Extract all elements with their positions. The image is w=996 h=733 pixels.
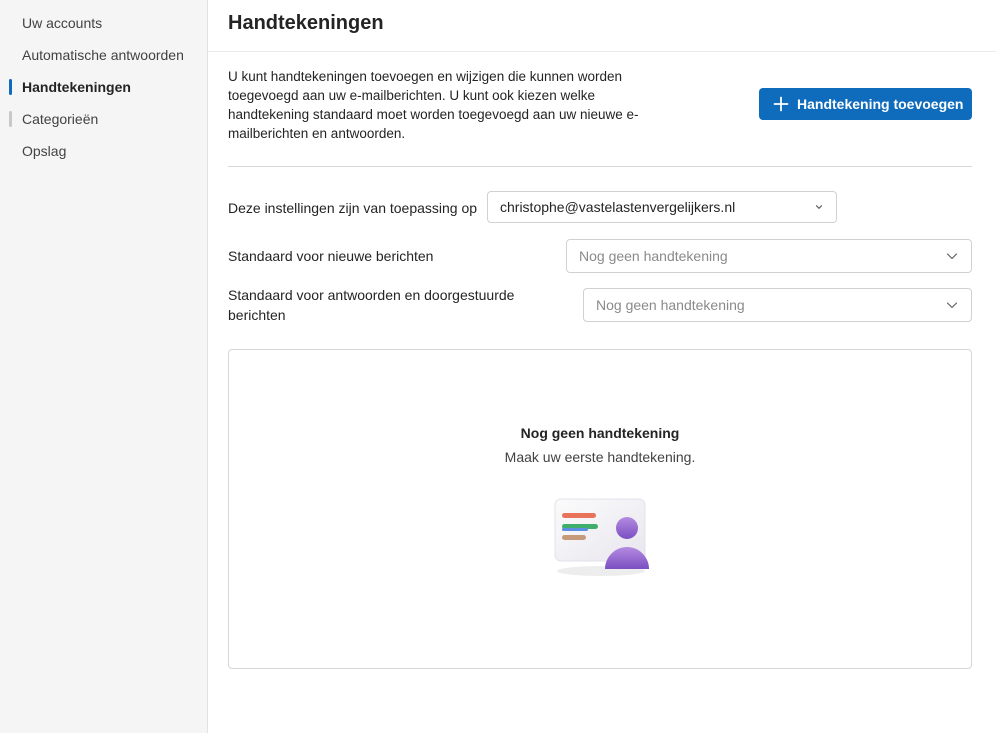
replies-label: Standaard voor antwoorden en doorgestuur…	[228, 287, 515, 323]
sidebar-item-signatures[interactable]: Handtekeningen	[0, 71, 207, 103]
title-divider	[208, 51, 996, 52]
sidebar-item-automatic-replies[interactable]: Automatische antwoorden	[0, 39, 207, 71]
new-messages-label: Standaard voor nieuwe berichten	[228, 248, 434, 264]
new-messages-dropdown-value: Nog geen handtekening	[579, 248, 728, 264]
add-signature-button[interactable]: Handtekening toevoegen	[759, 88, 972, 120]
sidebar-item-label: Handtekeningen	[22, 79, 131, 95]
sidebar-item-label: Opslag	[22, 143, 67, 159]
chevron-down-icon	[815, 205, 823, 209]
sidebar-item-storage[interactable]: Opslag	[0, 135, 207, 167]
sidebar-item-label: Uw accounts	[22, 15, 103, 31]
new-messages-signature-dropdown[interactable]: Nog geen handtekening	[566, 239, 972, 273]
chevron-down-icon	[946, 253, 958, 260]
page-title: Handtekeningen	[228, 12, 384, 34]
sidebar-item-categories[interactable]: Categorieën	[0, 103, 207, 135]
plus-icon	[773, 96, 789, 112]
add-signature-label: Handtekening toevoegen	[797, 96, 964, 112]
signature-card-illustration	[554, 498, 649, 576]
sidebar-item-label: Automatische antwoorden	[22, 47, 184, 63]
selected-indicator	[9, 79, 12, 95]
empty-state-subtitle: Maak uw eerste handtekening.	[504, 449, 696, 465]
replies-signature-dropdown[interactable]: Nog geen handtekening	[583, 288, 972, 322]
apply-to-label: Deze instellingen zijn van toepassing op	[228, 200, 478, 216]
hover-indicator	[9, 111, 12, 127]
account-dropdown[interactable]: christophe@vastelastenvergelijkers.nl	[487, 191, 837, 223]
signatures-panel: Handtekeningen U kunt handtekeningen toe…	[208, 0, 996, 733]
account-dropdown-value: christophe@vastelastenvergelijkers.nl	[500, 199, 736, 215]
signatures-description: U kunt handtekeningen toevoegen en wijzi…	[228, 69, 639, 141]
signature-empty-state: Nog geen handtekening Maak uw eerste han…	[228, 349, 972, 669]
settings-sidebar: Uw accounts Automatische antwoorden Hand…	[0, 0, 208, 733]
sidebar-item-label: Categorieën	[22, 111, 99, 127]
sidebar-item-accounts[interactable]: Uw accounts	[0, 7, 207, 39]
empty-state-title: Nog geen handtekening	[520, 425, 680, 441]
chevron-down-icon	[946, 302, 958, 309]
section-divider	[228, 166, 972, 167]
replies-dropdown-value: Nog geen handtekening	[596, 297, 745, 313]
